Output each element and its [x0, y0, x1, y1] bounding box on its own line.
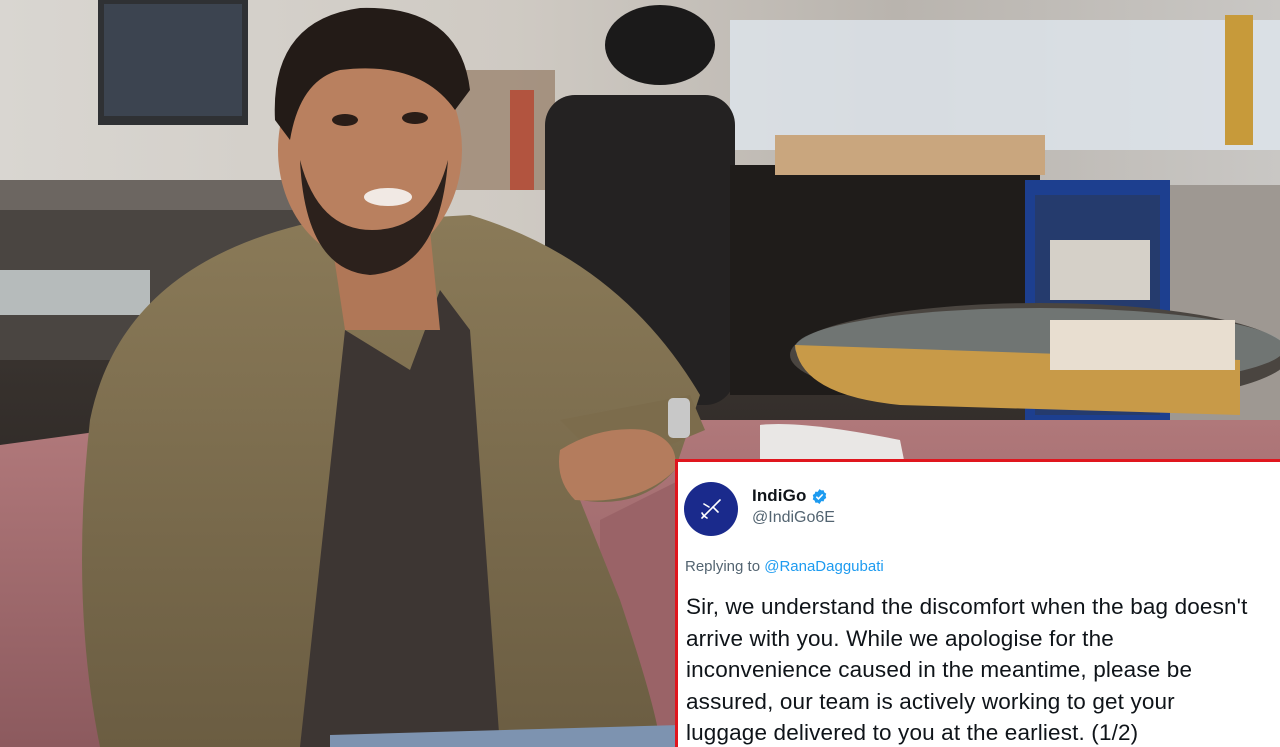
account-info: IndiGo @IndiGo6E: [752, 486, 835, 527]
plane-icon: [701, 499, 721, 519]
display-name[interactable]: IndiGo: [752, 486, 806, 506]
tweet-text: Sir, we understand the discomfort when t…: [686, 594, 1248, 745]
indigo-logo-avatar[interactable]: [684, 482, 738, 536]
account-handle[interactable]: @IndiGo6E: [752, 509, 835, 527]
verified-badge-icon: [811, 488, 828, 505]
replying-to-line: Replying to @RanaDaggubati: [685, 558, 1280, 575]
tweet-card: IndiGo @IndiGo6E Replying to @RanaDaggub…: [675, 459, 1280, 747]
replying-to-link[interactable]: @RanaDaggubati: [764, 558, 883, 575]
tweet-header: IndiGo @IndiGo6E: [684, 482, 1280, 536]
replying-prefix: Replying to: [685, 558, 761, 575]
